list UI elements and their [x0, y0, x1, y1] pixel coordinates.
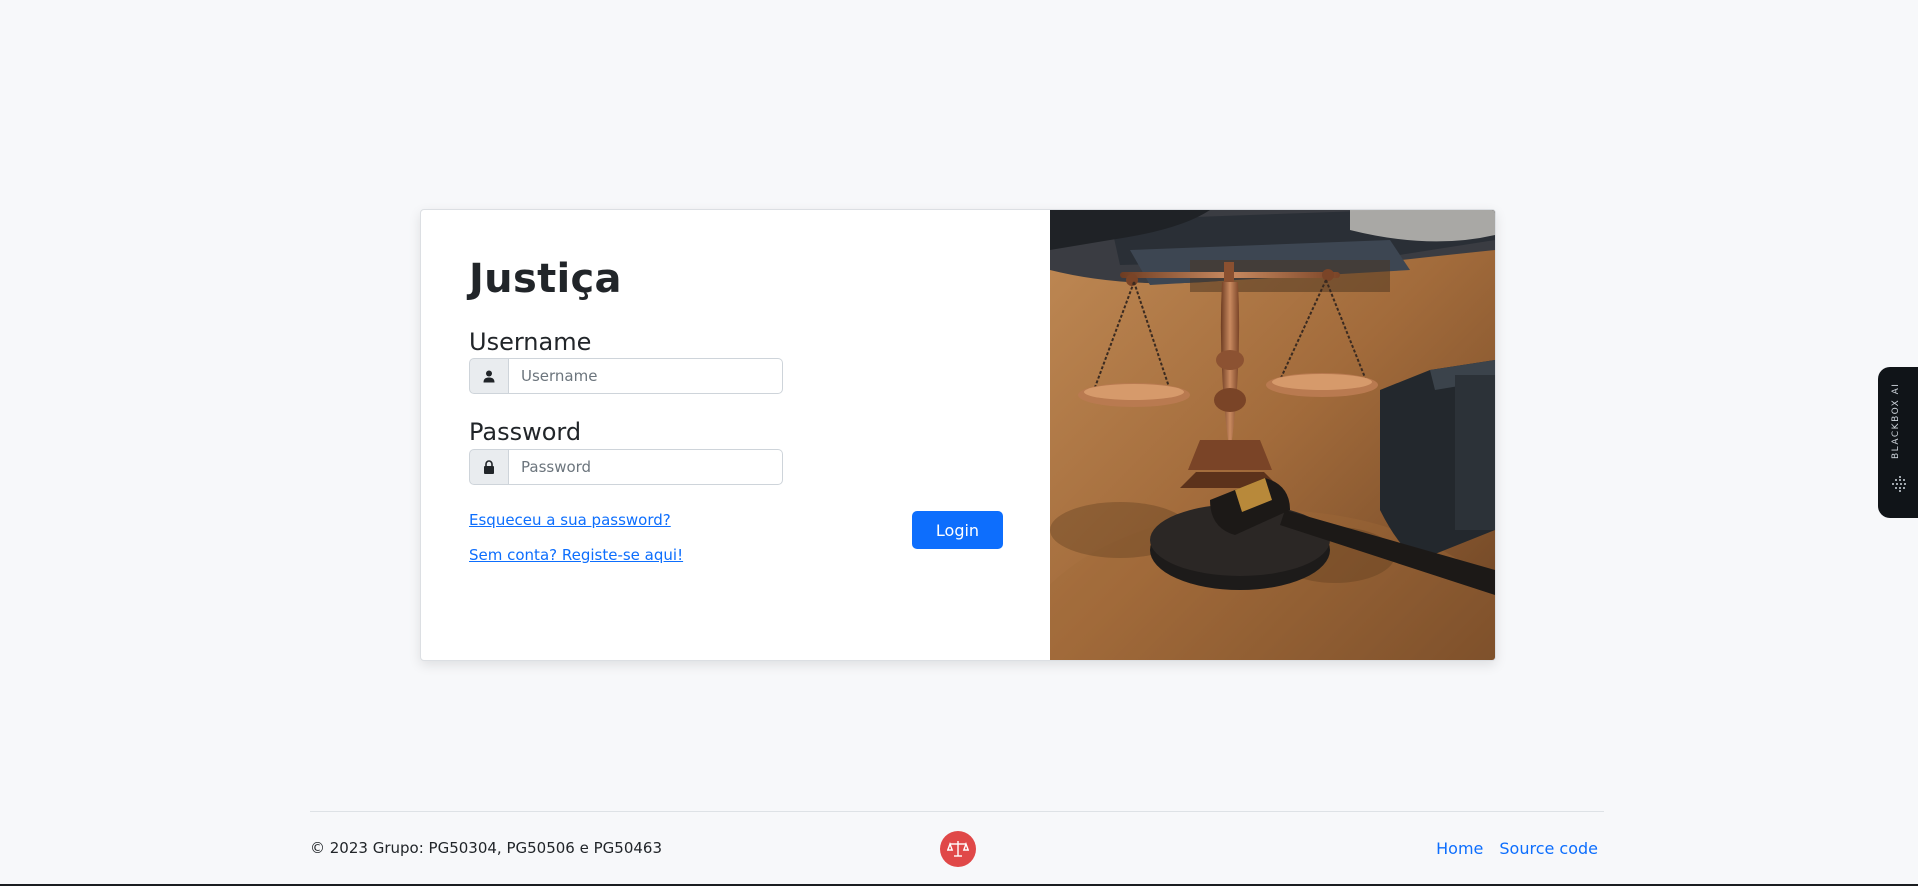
- blackbox-logo-icon: [1891, 475, 1909, 497]
- footer-home-link[interactable]: Home: [1436, 839, 1483, 858]
- password-label: Password: [469, 418, 582, 446]
- password-input-group: [469, 449, 783, 485]
- person-icon: [469, 358, 509, 394]
- username-input-group: [469, 358, 783, 394]
- login-card: Justiça Username Password: [420, 209, 1496, 661]
- password-input[interactable]: [509, 449, 783, 485]
- page: Justiça Username Password: [0, 0, 1918, 886]
- footer-copyright: © 2023 Grupo: PG50304, PG50506 e PG50463: [310, 839, 662, 857]
- footer-source-code-link[interactable]: Source code: [1499, 839, 1598, 858]
- footer-nav: Home Source code: [1436, 839, 1598, 858]
- username-input[interactable]: [509, 358, 783, 394]
- blackbox-ai-tab[interactable]: BLACKBOX AI: [1878, 367, 1918, 518]
- footer-divider: [310, 811, 1604, 812]
- forgot-password-link[interactable]: Esqueceu a sua password?: [469, 511, 671, 529]
- username-label: Username: [469, 328, 592, 356]
- blackbox-ai-label: BLACKBOX AI: [1891, 382, 1901, 459]
- lock-icon: [469, 449, 509, 485]
- justice-photo: [1050, 210, 1495, 660]
- login-button[interactable]: Login: [912, 511, 1003, 549]
- brand-title: Justiça: [469, 256, 622, 302]
- register-link[interactable]: Sem conta? Registe-se aqui!: [469, 546, 683, 564]
- login-form: Justiça Username Password: [421, 210, 1050, 660]
- scales-of-justice-icon[interactable]: [940, 831, 976, 867]
